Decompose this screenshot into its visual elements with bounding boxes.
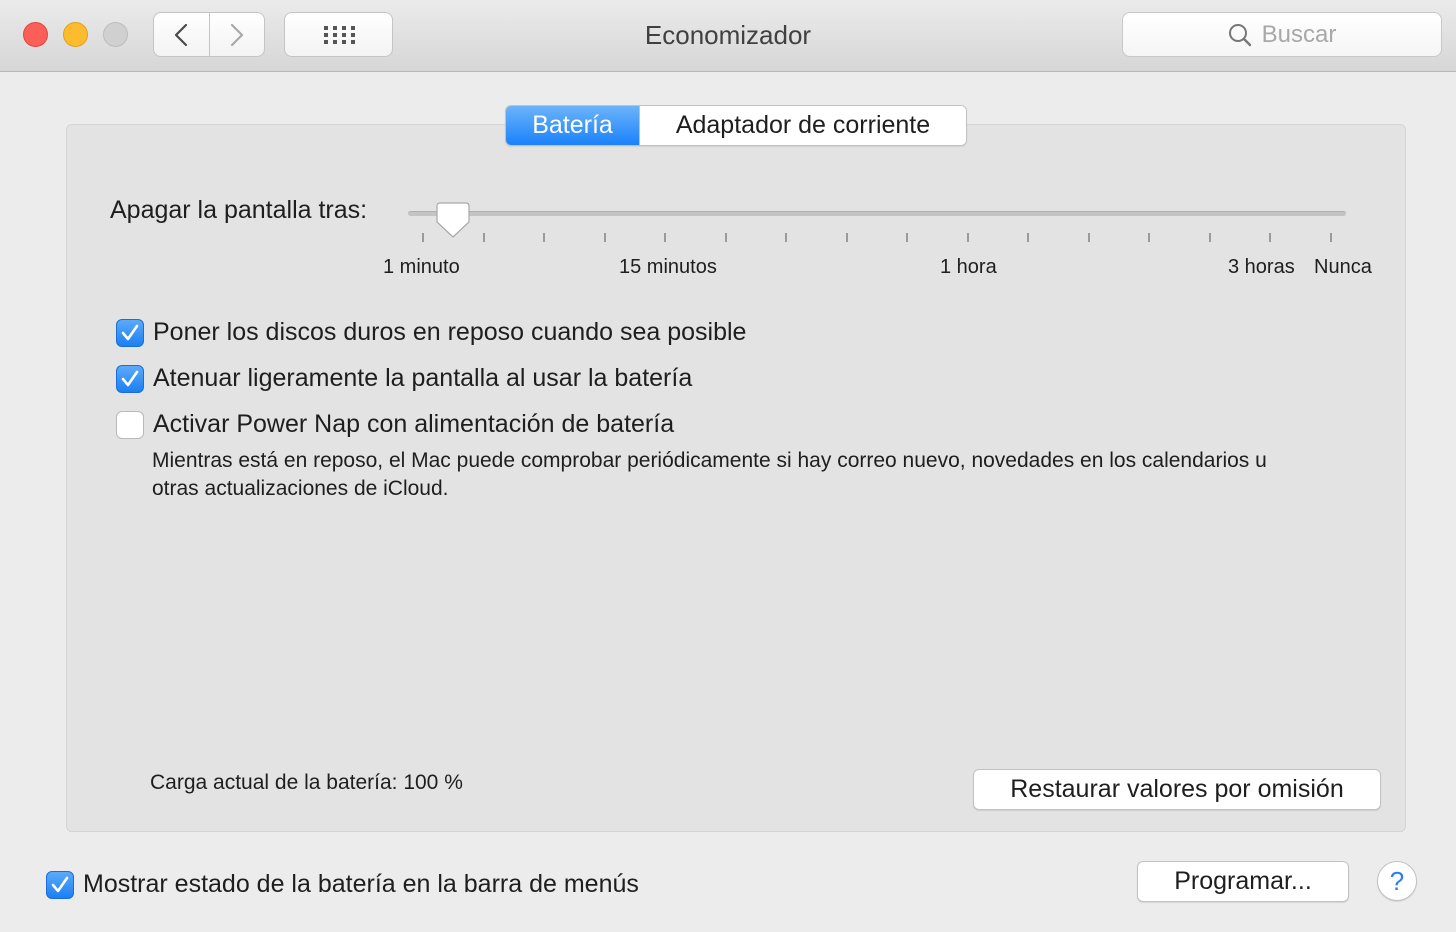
tick-label-15-minutes: 15 minutos bbox=[619, 256, 717, 278]
tick bbox=[1088, 233, 1090, 242]
tick bbox=[422, 233, 424, 242]
tick bbox=[1027, 233, 1029, 242]
tick bbox=[846, 233, 848, 242]
checkbox-checked[interactable] bbox=[116, 318, 144, 347]
schedule-button[interactable]: Programar... bbox=[1137, 861, 1349, 902]
checkmark-icon bbox=[51, 876, 69, 892]
tab-power-adapter[interactable]: Adaptador de corriente bbox=[639, 106, 966, 145]
checkbox-checked[interactable] bbox=[116, 364, 144, 393]
battery-charge-status: Carga actual de la batería: 100 % bbox=[150, 771, 463, 794]
checkbox-checked[interactable] bbox=[46, 870, 74, 899]
option-label: Atenuar ligeramente la pantalla al usar … bbox=[153, 364, 693, 392]
option-show-battery-status[interactable]: Mostrar estado de la batería en la barra… bbox=[46, 870, 639, 899]
option-label: Mostrar estado de la batería en la barra… bbox=[83, 870, 639, 898]
search-icon bbox=[1228, 23, 1251, 46]
tick bbox=[967, 233, 969, 242]
tick bbox=[1209, 233, 1211, 242]
power-nap-description: Mientras está en reposo, el Mac puede co… bbox=[152, 449, 1267, 500]
help-button[interactable]: ? bbox=[1377, 861, 1417, 901]
tick-label-1-hour: 1 hora bbox=[940, 256, 997, 278]
tick bbox=[1330, 233, 1332, 242]
checkbox-unchecked[interactable] bbox=[116, 410, 144, 439]
option-label: Poner los discos duros en reposo cuando … bbox=[153, 318, 747, 346]
tick-label-1-minute: 1 minuto bbox=[383, 256, 460, 278]
tab-battery[interactable]: Batería bbox=[506, 106, 639, 145]
tick bbox=[725, 233, 727, 242]
restore-defaults-button[interactable]: Restaurar valores por omisión bbox=[973, 769, 1381, 810]
tick bbox=[1148, 233, 1150, 242]
title-bar: Economizador Buscar bbox=[0, 0, 1456, 72]
display-sleep-label: Apagar la pantalla tras: bbox=[110, 196, 368, 224]
tick bbox=[785, 233, 787, 242]
tick-label-3-hours: 3 horas bbox=[1228, 256, 1295, 278]
option-label: Activar Power Nap con alimentación de ba… bbox=[153, 410, 675, 438]
tick bbox=[604, 233, 606, 242]
tick bbox=[483, 233, 485, 242]
tick bbox=[1269, 233, 1271, 242]
display-sleep-slider-track[interactable] bbox=[408, 211, 1346, 216]
option-hard-disk-sleep[interactable]: Poner los discos duros en reposo cuando … bbox=[116, 318, 746, 347]
tick-label-never: Nunca bbox=[1314, 256, 1372, 278]
search-field[interactable]: Buscar bbox=[1122, 12, 1442, 57]
option-dim-display[interactable]: Atenuar ligeramente la pantalla al usar … bbox=[116, 364, 692, 393]
slider-ticks bbox=[0, 233, 1456, 243]
tick bbox=[543, 233, 545, 242]
checkmark-icon bbox=[121, 324, 139, 340]
checkmark-icon bbox=[121, 370, 139, 386]
tick bbox=[664, 233, 666, 242]
search-placeholder: Buscar bbox=[1261, 20, 1337, 48]
tick bbox=[906, 233, 908, 242]
tab-bar: Batería Adaptador de corriente bbox=[505, 105, 967, 146]
option-power-nap[interactable]: Activar Power Nap con alimentación de ba… bbox=[116, 410, 674, 439]
